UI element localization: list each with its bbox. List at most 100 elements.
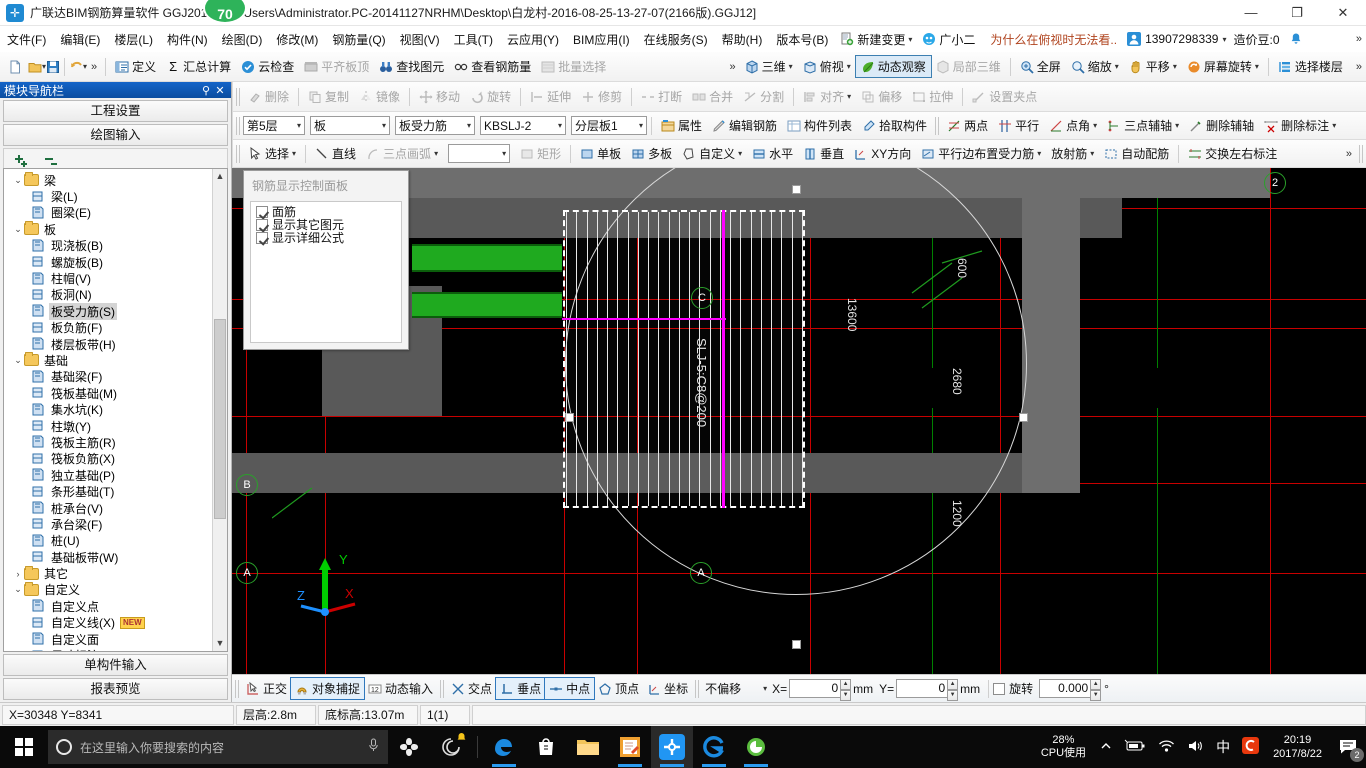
- toolbar-grip[interactable]: [1359, 144, 1363, 163]
- define-button[interactable]: 定义: [110, 56, 161, 77]
- menu-overflow-button[interactable]: »: [1352, 33, 1366, 45]
- trim-button[interactable]: 修剪: [576, 86, 627, 107]
- taskbar-search[interactable]: 在这里输入你要搜索的内容: [48, 730, 388, 764]
- chevron-down-icon[interactable]: ▾: [1175, 121, 1179, 130]
- rect-tool-button[interactable]: 矩形: [515, 143, 566, 164]
- y-offset-spinner[interactable]: ▲ ▼: [947, 679, 959, 701]
- show-hidden-icons-chevron[interactable]: [1094, 739, 1118, 755]
- tree-item[interactable]: 圈梁(E): [8, 205, 227, 221]
- orbit-handle-right[interactable]: [1019, 413, 1028, 422]
- chevron-down-icon[interactable]: ⌄: [12, 224, 24, 235]
- snapbar-grip[interactable]: [695, 679, 700, 698]
- undo-icon[interactable]: [69, 60, 83, 74]
- menu-online-service[interactable]: 在线服务(S): [637, 28, 715, 51]
- object-snap-toggle[interactable]: 对象捕捉: [290, 677, 366, 700]
- offset-button[interactable]: 偏移: [856, 86, 907, 107]
- dynamic-input-toggle[interactable]: 12 动态输入: [364, 678, 437, 699]
- properties-button[interactable]: 属性: [656, 115, 707, 136]
- new-file-icon[interactable]: [8, 60, 22, 74]
- screen-rotate-button[interactable]: 屏幕旋转 ▾: [1182, 56, 1264, 77]
- break-button[interactable]: 打断: [636, 86, 687, 107]
- account-area[interactable]: 13907298339 ▾: [1127, 32, 1227, 46]
- chevron-down-icon[interactable]: ▾: [467, 121, 471, 130]
- chevron-down-icon[interactable]: ▾: [434, 149, 438, 158]
- scroll-up-icon[interactable]: ▲: [213, 169, 227, 184]
- single-component-input-button[interactable]: 单构件输入: [3, 654, 228, 676]
- align-slab-top-button[interactable]: 平齐板顶: [299, 56, 374, 77]
- save-icon[interactable]: [46, 60, 60, 74]
- horizontal-button[interactable]: 水平: [747, 143, 798, 164]
- select-floor-button[interactable]: 选择楼层: [1273, 56, 1348, 77]
- chevron-down-icon[interactable]: ▾: [908, 35, 912, 44]
- taskbar-ggj-icon[interactable]: [651, 726, 693, 768]
- category-selector[interactable]: 板 ▾: [310, 116, 390, 135]
- minimize-button[interactable]: —: [1228, 0, 1274, 26]
- ortho-toggle[interactable]: 正交: [242, 678, 291, 699]
- chevron-down-icon[interactable]: ⌄: [12, 355, 24, 366]
- close-button[interactable]: ✕: [1320, 0, 1366, 26]
- rotate-spinner[interactable]: ▲ ▼: [1090, 679, 1102, 701]
- y-offset-input[interactable]: 0: [896, 679, 949, 698]
- single-slab-button[interactable]: 单板: [575, 143, 626, 164]
- menu-draw[interactable]: 绘图(D): [215, 28, 270, 51]
- arc-tool-button[interactable]: 三点画弧 ▾: [361, 143, 443, 164]
- component-name-selector[interactable]: KBSLJ-2 ▾: [480, 116, 566, 135]
- summary-calc-button[interactable]: Σ 汇总计算: [161, 56, 236, 77]
- tree-item[interactable]: 桩承台(V): [8, 500, 227, 516]
- parallel-axis-button[interactable]: 平行: [993, 115, 1044, 136]
- snap-midpoint[interactable]: 中点: [544, 677, 596, 700]
- sogou-input-icon[interactable]: [1236, 737, 1265, 757]
- chevron-down-icon[interactable]: ▾: [297, 121, 301, 130]
- checkbox-icon[interactable]: [256, 219, 268, 231]
- chevron-down-icon[interactable]: ⌄: [12, 175, 24, 186]
- snapbar-grip[interactable]: [235, 679, 239, 698]
- toolbar-overflow-1[interactable]: »: [87, 61, 101, 73]
- taskbar-store-icon[interactable]: [525, 726, 567, 768]
- taskbar-sogou-icon[interactable]: [388, 726, 430, 768]
- custom-shape-button[interactable]: 自定义 ▾: [677, 143, 747, 164]
- chevron-down-icon[interactable]: ▾: [558, 121, 562, 130]
- menu-component[interactable]: 构件(N): [160, 28, 215, 51]
- chevron-down-icon[interactable]: ▾: [789, 62, 793, 71]
- chevron-down-icon[interactable]: ▾: [382, 121, 386, 130]
- toolbar-overflow-2[interactable]: »: [726, 61, 740, 73]
- tree-item[interactable]: 板负筋(F): [8, 320, 227, 336]
- menu-help[interactable]: 帮助(H): [715, 28, 770, 51]
- chevron-right-icon[interactable]: ›: [12, 569, 24, 579]
- move-button[interactable]: 移动: [414, 86, 465, 107]
- tree-item[interactable]: 柱墩(Y): [8, 418, 227, 434]
- tree-item[interactable]: 条形基础(T): [8, 483, 227, 499]
- edit-rebar-button[interactable]: 编辑钢筋: [707, 115, 782, 136]
- report-preview-button[interactable]: 报表预览: [3, 678, 228, 700]
- tree-item[interactable]: 基础板带(W): [8, 549, 227, 565]
- tree-item[interactable]: 楼层板带(H): [8, 336, 227, 352]
- rebar-option-row[interactable]: 显示详细公式: [256, 232, 396, 245]
- expand-all-icon[interactable]: [12, 153, 32, 169]
- chevron-down-icon[interactable]: ▾: [1332, 121, 1336, 130]
- vertical-button[interactable]: 垂直: [798, 143, 849, 164]
- pick-component-button[interactable]: 拾取构件: [857, 115, 932, 136]
- tree-item[interactable]: 尺寸标注(W): [8, 647, 227, 651]
- rebar-display-control-panel[interactable]: 钢筋显示控制面板 面筋 显示其它图元 显示详细公式: [243, 170, 409, 350]
- layer-selector[interactable]: 分层板1 ▾: [571, 116, 647, 135]
- toolbar-grip[interactable]: [236, 87, 240, 106]
- snap-intersection[interactable]: 交点: [447, 678, 496, 699]
- ad-link[interactable]: 为什么在俯视时无法看..: [980, 29, 1127, 50]
- tree-item[interactable]: 板洞(N): [8, 287, 227, 303]
- menu-floor[interactable]: 楼层(L): [107, 28, 160, 51]
- chevron-down-icon[interactable]: ⌄: [12, 584, 24, 595]
- tree-item[interactable]: 筏板负筋(X): [8, 451, 227, 467]
- snapbar-grip[interactable]: [440, 679, 445, 698]
- select-tool-button[interactable]: 选择 ▾: [243, 143, 301, 164]
- menu-file[interactable]: 文件(F): [0, 28, 53, 51]
- batch-select-button[interactable]: 批量选择: [536, 56, 611, 77]
- new-change-button[interactable]: 新建变更 ▾: [835, 29, 917, 50]
- tree-item[interactable]: 自定义点: [8, 598, 227, 614]
- rotate-input[interactable]: 0.000: [1039, 679, 1092, 698]
- axis-bubble-c[interactable]: C: [691, 287, 713, 309]
- tree-item[interactable]: 板受力筋(S): [8, 302, 227, 320]
- chevron-down-icon[interactable]: ▾: [502, 149, 506, 158]
- snap-coordinate[interactable]: 坐标: [643, 678, 692, 699]
- set-grip-button[interactable]: 设置夹点: [967, 86, 1042, 107]
- chevron-down-icon[interactable]: ▾: [639, 121, 643, 130]
